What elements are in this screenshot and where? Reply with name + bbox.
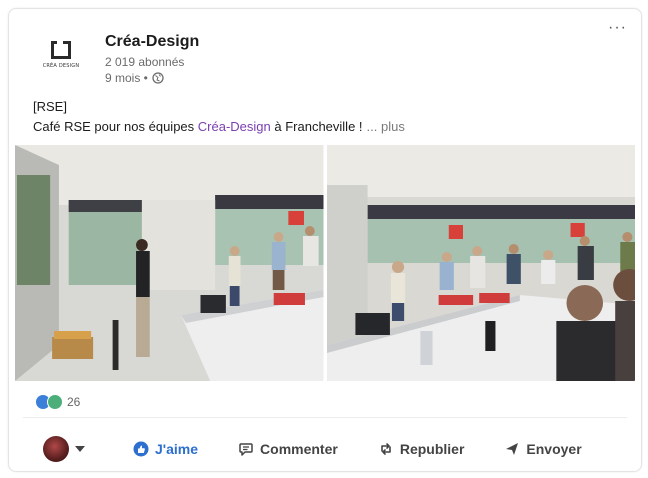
like-label: J'aime	[155, 441, 199, 457]
post-text-start: Café RSE pour nos équipes	[33, 119, 198, 134]
author-name[interactable]: Créa-Design	[105, 33, 199, 51]
chevron-down-icon	[75, 446, 85, 452]
repost-label: Republier	[399, 441, 465, 457]
photo-grid	[15, 145, 635, 381]
avatar	[43, 436, 69, 462]
post-card: CRÉA DESIGN Créa-Design 2 019 abonnés 9 …	[8, 8, 642, 472]
comment-label: Commenter	[260, 441, 338, 457]
reactions-summary[interactable]: 26	[35, 394, 80, 410]
company-logo[interactable]: CRÉA DESIGN	[37, 39, 85, 81]
repost-button[interactable]: Republier	[378, 441, 465, 457]
comment-button[interactable]: Commenter	[238, 441, 338, 457]
post-text-end: à Francheville !	[270, 119, 363, 134]
post-photo-left[interactable]	[15, 145, 324, 381]
praise-reaction-icon	[47, 394, 63, 410]
mention-link[interactable]: Créa-Design	[198, 119, 271, 134]
reaction-count: 26	[67, 395, 81, 409]
send-icon	[506, 443, 519, 455]
more-options-button[interactable]: ···	[608, 20, 627, 36]
divider	[23, 417, 627, 418]
actor-switcher[interactable]	[23, 436, 133, 462]
comment-icon	[239, 443, 253, 456]
globe-icon	[152, 72, 164, 84]
post-photo-right[interactable]	[326, 145, 635, 381]
logo-mark-icon	[51, 41, 71, 59]
post-meta: 9 mois •	[105, 71, 164, 85]
post-time: 9 mois •	[105, 71, 148, 85]
repost-icon	[381, 443, 391, 455]
action-bar: J'aime Commenter Republier Envoyer	[23, 429, 627, 469]
post-text: Café RSE pour nos équipes Créa-Design à …	[33, 119, 405, 134]
like-button[interactable]: J'aime	[133, 441, 198, 457]
send-button[interactable]: Envoyer	[504, 441, 582, 457]
logo-text: CRÉA DESIGN	[42, 63, 80, 69]
send-label: Envoyer	[526, 441, 582, 457]
post-tag: [RSE]	[33, 99, 67, 114]
follower-count: 2 019 abonnés	[105, 55, 185, 69]
see-more-link[interactable]: ... plus	[367, 119, 405, 134]
reaction-icons	[35, 394, 63, 410]
thumbs-up-icon	[133, 441, 149, 457]
